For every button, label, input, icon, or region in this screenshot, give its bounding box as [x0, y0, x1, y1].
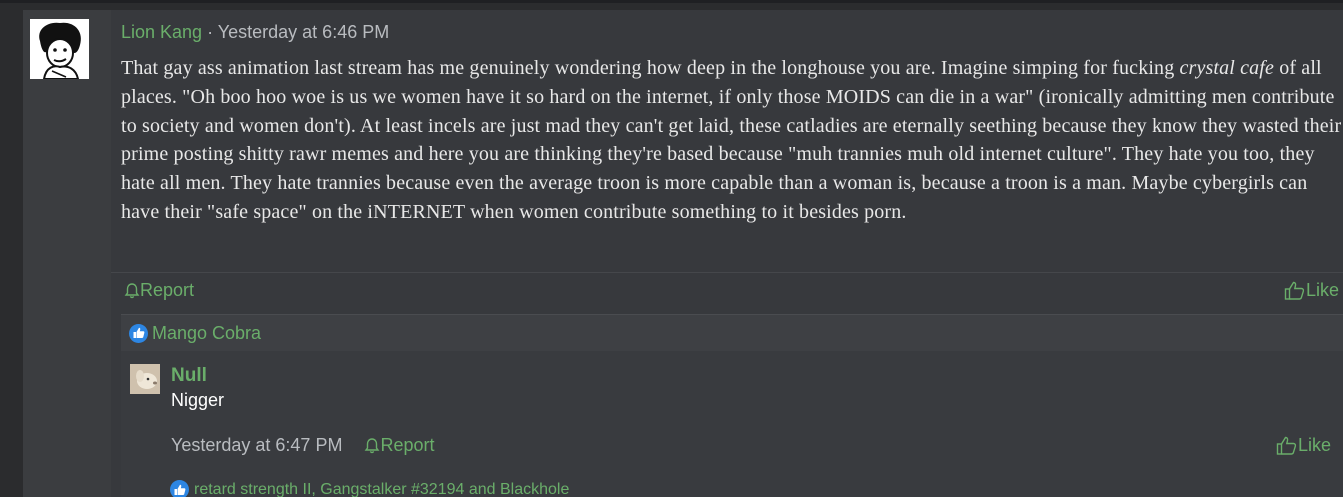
comment-report-label: Report — [380, 435, 435, 455]
reactions-bar: Mango Cobra — [121, 314, 1343, 351]
post-message: Lion Kang · Yesterday at 6:46 PM That ga… — [23, 10, 1343, 497]
comment-author-link[interactable]: Null — [171, 365, 207, 387]
post-timestamp[interactable]: Yesterday at 6:46 PM — [218, 22, 389, 42]
post-author-link[interactable]: Lion Kang — [121, 22, 202, 42]
animal-avatar-icon — [130, 364, 160, 394]
thumbs-up-reaction-icon — [129, 323, 148, 343]
post-footer-divider — [111, 272, 1343, 273]
comment-like-button[interactable]: Like — [1276, 435, 1331, 456]
comment-like-label: Like — [1298, 435, 1332, 455]
comment-reaction-users-link[interactable]: retard strength II, Gangstalker #32194 a… — [194, 481, 569, 497]
post-main: Lion Kang · Yesterday at 6:46 PM That ga… — [111, 10, 1343, 497]
comment-section: Null Nigger Yesterday at 6:47 PM Report — [121, 351, 1343, 497]
comment-text: Nigger — [171, 390, 225, 410]
comment-timestamp[interactable]: Yesterday at 6:47 PM — [171, 435, 342, 456]
thumbs-up-icon — [1276, 436, 1297, 455]
user-column — [23, 10, 111, 497]
thumbs-up-icon — [1284, 281, 1305, 300]
bell-icon — [124, 282, 140, 298]
post-header: Lion Kang · Yesterday at 6:46 PM — [121, 22, 389, 43]
report-button[interactable]: Report — [124, 280, 194, 301]
like-label: Like — [1306, 280, 1340, 300]
report-label: Report — [140, 280, 195, 300]
top-bar — [0, 0, 1343, 3]
header-separator: · — [207, 22, 214, 42]
comment-meta: Yesterday at 6:47 PM Report — [171, 435, 434, 456]
post-body-text: That gay ass animation last stream has m… — [121, 57, 1180, 79]
cartoon-avatar-icon — [30, 19, 89, 79]
reaction-users-link[interactable]: Mango Cobra — [152, 323, 261, 344]
thumbs-up-reaction-icon — [170, 480, 189, 497]
comment-report-button[interactable]: Report — [364, 435, 434, 456]
avatar[interactable] — [30, 19, 89, 79]
comment-avatar[interactable] — [130, 364, 160, 394]
like-button[interactable]: Like — [1284, 280, 1339, 301]
post-body-text-continued: of all places. "Oh boo hoo woe is us we … — [121, 57, 1342, 223]
post-body-italic: crystal cafe — [1179, 57, 1275, 79]
comment-reactions: retard strength II, Gangstalker #32194 a… — [170, 480, 569, 497]
bell-icon — [365, 437, 380, 453]
post-body: That gay ass animation last stream has m… — [121, 54, 1343, 227]
